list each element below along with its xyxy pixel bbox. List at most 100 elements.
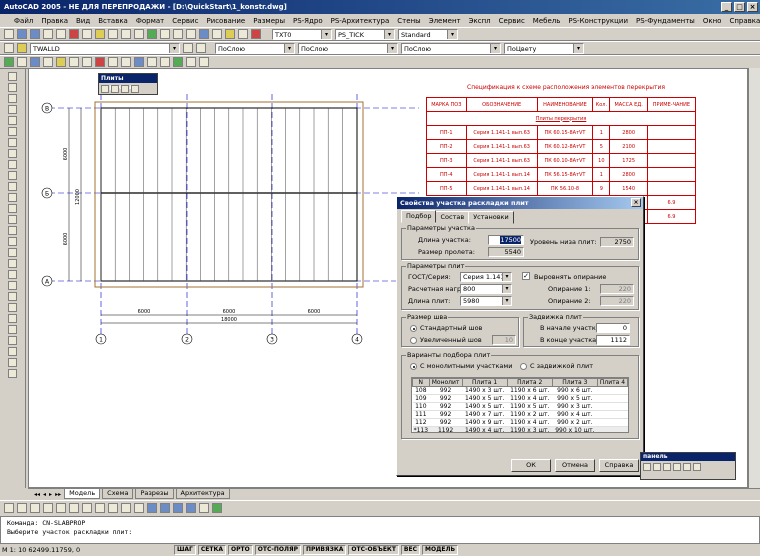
mtext-icon[interactable] — [8, 270, 17, 279]
new-icon[interactable] — [4, 29, 14, 39]
line-icon[interactable] — [8, 72, 17, 81]
tab-nav-icon[interactable]: ◂◂ — [34, 491, 40, 498]
menu-item-15[interactable]: PS-Конструкции — [568, 17, 628, 25]
xline-icon[interactable] — [8, 83, 17, 92]
menu-item-8[interactable]: PS-Ядро — [293, 17, 323, 25]
seam-standard-radio[interactable] — [410, 325, 417, 332]
point-icon[interactable] — [8, 215, 17, 224]
properties-icon[interactable] — [199, 29, 209, 39]
mirror-icon[interactable] — [8, 303, 17, 312]
view-front-icon[interactable] — [160, 502, 170, 513]
embed-start-input[interactable]: 0 — [596, 323, 630, 333]
ps-slab-icon[interactable] — [4, 57, 14, 67]
variants-column-header[interactable]: Плита 2 — [506, 378, 553, 387]
pan-icon[interactable] — [147, 29, 157, 39]
cancel-button[interactable]: Отмена — [555, 459, 595, 472]
load-select[interactable]: 800 — [460, 284, 512, 294]
orbit-icon[interactable] — [199, 502, 209, 513]
save-icon[interactable] — [30, 29, 40, 39]
status-toggle-0[interactable]: ШАГ — [174, 545, 196, 555]
close-button[interactable]: × — [747, 2, 758, 12]
slab-palette[interactable]: Плиты перекрыт — [98, 73, 158, 95]
zoom-icon[interactable] — [160, 29, 170, 39]
ps-spec-icon[interactable] — [160, 57, 170, 67]
slab-tool-1-icon[interactable] — [101, 85, 109, 93]
menu-item-10[interactable]: Стены — [397, 17, 420, 25]
ellipse-arc-icon[interactable] — [8, 182, 17, 191]
variants-column-header[interactable]: Плита 4 — [596, 378, 628, 387]
offset-icon[interactable] — [8, 314, 17, 323]
tab-nav-icon[interactable]: ▸▸ — [55, 491, 61, 498]
slab-tool-3-icon[interactable] — [121, 85, 129, 93]
ps-beam-icon[interactable] — [30, 57, 40, 67]
view-iso-icon[interactable] — [186, 502, 196, 513]
tool-palettes-icon[interactable] — [225, 29, 235, 39]
ps-dimension-icon[interactable] — [134, 57, 144, 67]
revcloud-icon[interactable] — [8, 149, 17, 158]
move-icon[interactable] — [8, 336, 17, 345]
menu-item-1[interactable]: Правка — [41, 17, 68, 25]
polygon-icon[interactable] — [8, 105, 17, 114]
panel-tool-6-icon[interactable] — [693, 463, 701, 471]
dialog-close-icon[interactable]: × — [631, 198, 641, 207]
menu-item-0[interactable]: Файл — [14, 17, 33, 25]
preview-icon[interactable] — [56, 29, 66, 39]
layout-tab-0[interactable]: Модель — [64, 489, 101, 499]
variants-row[interactable]: *113 1192 1490 x 4 шт. 1190 x 3 шт. 990 x 10… — [412, 426, 628, 432]
tab-ustanovki[interactable]: Установки — [468, 211, 514, 224]
menu-item-12[interactable]: Экспл — [469, 17, 491, 25]
rectangle-icon[interactable] — [8, 116, 17, 125]
variants-row[interactable]: 112 992 1490 x 9 шт. 1190 x 4 шт. 990 x 2 шт… — [412, 418, 628, 427]
align-checkbox[interactable]: ✓ — [522, 272, 530, 280]
stretch-icon[interactable] — [8, 369, 17, 378]
status-toggle-5[interactable]: ОТС-ОБЪЕКТ — [348, 545, 399, 555]
dim-continue-icon[interactable] — [95, 502, 105, 513]
dim-ordinate-icon[interactable] — [30, 502, 40, 513]
maximize-button[interactable]: □ — [734, 2, 745, 12]
variants-column-header[interactable]: Монолит — [428, 378, 463, 387]
panel-tool-1-icon[interactable] — [643, 463, 651, 471]
linetype-select[interactable]: ПоСлою — [298, 42, 398, 54]
menu-item-16[interactable]: PS-Фундаменты — [636, 17, 695, 25]
plotstyle-select[interactable]: ПоЦвету — [504, 42, 584, 54]
help-button[interactable]: Справка — [599, 459, 639, 472]
center-mark-icon[interactable] — [134, 502, 144, 513]
dim-radius-icon[interactable] — [43, 502, 53, 513]
command-line[interactable]: Команда: CN-SLABPROP Выберите участок ра… — [0, 516, 760, 544]
table-style-select[interactable]: Standard — [398, 28, 458, 40]
layer-manager-icon[interactable] — [4, 43, 14, 53]
dim-linear-icon[interactable] — [4, 502, 14, 513]
dim-aligned-icon[interactable] — [17, 502, 27, 513]
tolerance-icon[interactable] — [121, 502, 131, 513]
menu-item-5[interactable]: Сервис — [172, 17, 198, 25]
match-properties-icon[interactable] — [108, 29, 118, 39]
ps-section-icon[interactable] — [186, 57, 196, 67]
embed-end-input[interactable]: 1112 — [596, 335, 630, 345]
ps-grid-icon[interactable] — [121, 57, 131, 67]
make-block-icon[interactable] — [8, 204, 17, 213]
menu-item-6[interactable]: Рисование — [206, 17, 245, 25]
seam-increased-input[interactable]: 10 — [492, 335, 516, 345]
text-style-select[interactable]: TXT0 — [272, 28, 332, 40]
ps-wall-icon[interactable] — [43, 57, 53, 67]
menu-item-9[interactable]: PS-Архитектура — [331, 17, 390, 25]
copy-object-icon[interactable] — [8, 292, 17, 301]
open-icon[interactable] — [17, 29, 27, 39]
layout-tab-1[interactable]: Схема — [102, 489, 134, 499]
support1-input[interactable]: 220 — [600, 284, 634, 294]
panel-tool-3-icon[interactable] — [663, 463, 671, 471]
minimize-button[interactable]: _ — [721, 2, 732, 12]
ps-column-icon[interactable] — [17, 57, 27, 67]
menu-item-7[interactable]: Размеры — [253, 17, 285, 25]
support2-input[interactable]: 220 — [600, 296, 634, 306]
layer-state-icon[interactable] — [17, 43, 27, 53]
color-select[interactable]: ПоСлою — [215, 42, 295, 54]
panel-tool-2-icon[interactable] — [653, 463, 661, 471]
variants-table[interactable]: N Монолит Плита 1 Плита 2 Плита 3 Плита 4 108… — [411, 377, 629, 433]
table-icon[interactable] — [8, 259, 17, 268]
menu-item-3[interactable]: Вставка — [98, 17, 128, 25]
markup-icon[interactable] — [238, 29, 248, 39]
variants-row[interactable]: 109 992 1490 x 5 шт. 1190 x 4 шт. 990 x 5 шт… — [412, 394, 628, 403]
status-toggle-4[interactable]: ПРИВЯЗКА — [302, 545, 347, 555]
variants-row[interactable]: 110 992 1490 x 5 шт. 1190 x 5 шт. 990 x 3 шт… — [412, 402, 628, 411]
